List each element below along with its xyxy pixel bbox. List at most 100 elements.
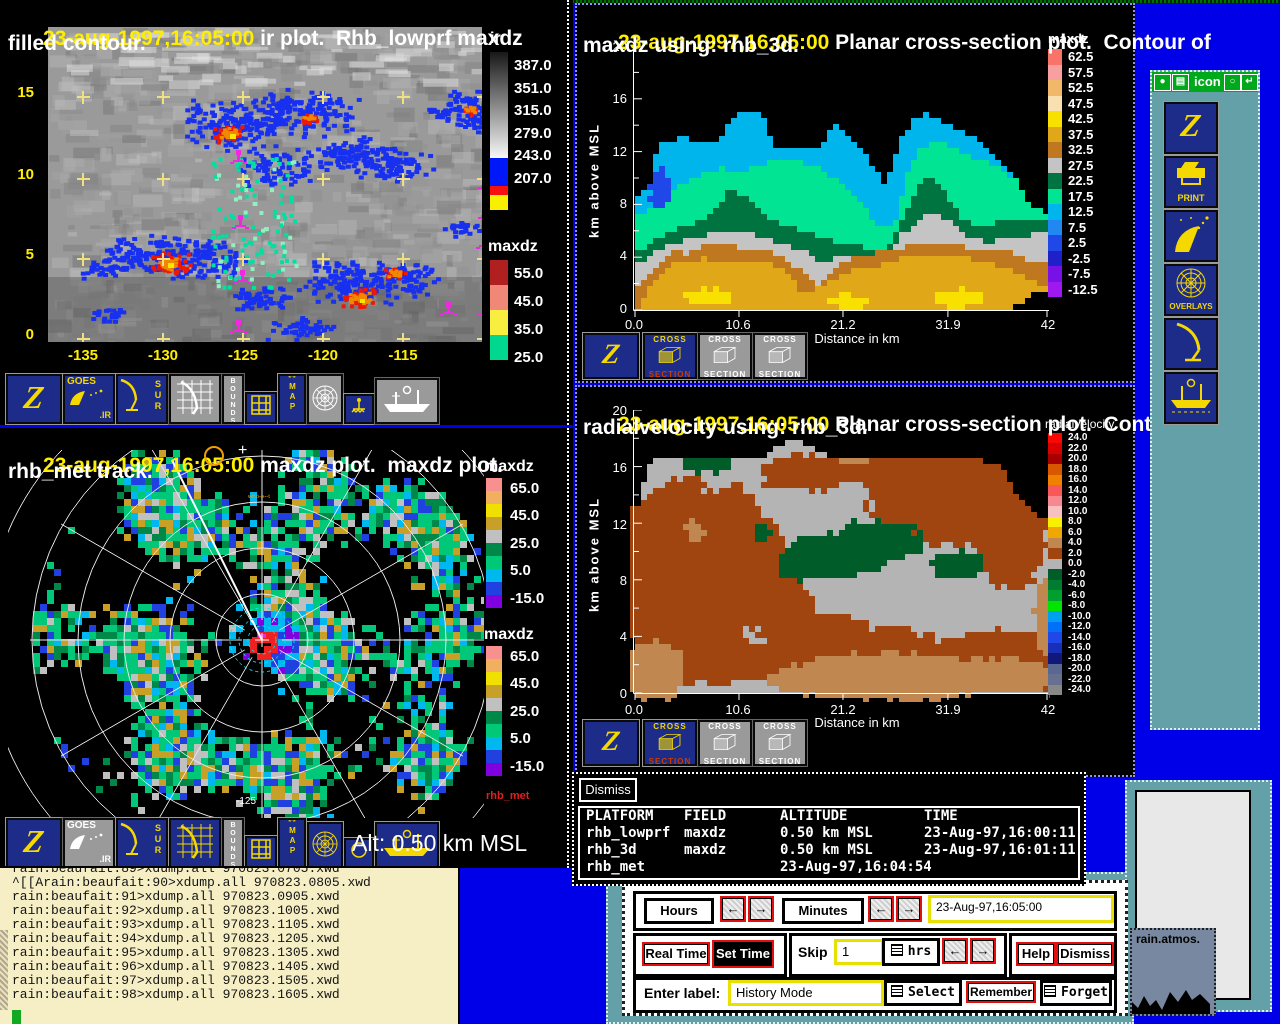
track-label: rhb_met [486, 790, 529, 802]
window-menu-button[interactable]: ● [1154, 74, 1171, 91]
time-input[interactable]: 23-Aug-97,16:05:00 [928, 895, 1114, 923]
surveillance-radar-button[interactable]: SUR [116, 374, 168, 424]
palette-title: icon [1194, 74, 1221, 89]
palette-titlebar[interactable]: ● ▤ icon ○ ↵ [1152, 72, 1258, 92]
colorbar2-segments [486, 646, 502, 776]
radar-grid-button[interactable] [169, 818, 221, 868]
cross-section-cube-icon [653, 732, 687, 752]
zeb-logo-button[interactable]: Z [6, 374, 62, 424]
ship-button[interactable] [375, 378, 439, 424]
goes-ir-button[interactable]: GOES .IR [63, 374, 115, 424]
color-swatch [1048, 142, 1062, 158]
color-swatch [486, 659, 502, 672]
section-label: SECTION [700, 370, 750, 379]
map-button[interactable]: *'* MAP [278, 374, 306, 424]
overlays-web-button[interactable] [307, 822, 343, 868]
y-tick: 0 [6, 326, 34, 343]
platform-table: PLATFORM FIELD ALTITUDE TIME rhb_lowprfm… [578, 806, 1080, 880]
section-label: SECTION [645, 370, 695, 379]
goes-ir-button[interactable]: GOES .IR [63, 818, 115, 868]
window-iconify-button[interactable]: ○ [1224, 74, 1241, 91]
overlays-button[interactable]: OVERLAYS [1164, 264, 1218, 316]
terminal-window[interactable]: rain:beaufait:89>xdump.all 970823.0705.x… [0, 866, 460, 1024]
help-button[interactable]: Help [1016, 942, 1056, 966]
table-cell: rhb_3d [586, 842, 637, 858]
hours-back-button[interactable]: ← [720, 896, 746, 922]
dismiss-button[interactable]: Dismiss [1056, 942, 1114, 966]
colorbar2-label: maxdz [484, 626, 534, 644]
table-cell: rhb_met [586, 859, 645, 875]
satellite-button[interactable] [1164, 210, 1218, 262]
ship-button[interactable] [1164, 372, 1218, 424]
colorbar-value: 45.0 [514, 292, 543, 320]
radar-grid-button[interactable] [169, 374, 221, 424]
window-title-line2: maxdz using: rhb_3d. [583, 34, 799, 58]
colorbar-maxdz-segments [490, 260, 508, 360]
window-radialvelocity-cross-section: 23-aug-1997,16:05:00 Planar cross-sectio… [575, 385, 1135, 777]
skip-forward-button[interactable]: → [970, 938, 996, 964]
map-button[interactable]: *'* MAP [278, 818, 306, 868]
y-axis-label: km above MSL [587, 96, 602, 266]
table-cell: rhb_lowprf [586, 825, 670, 841]
window-close-button[interactable]: ↵ [1241, 74, 1258, 91]
menu-icon [891, 985, 903, 997]
bounds-button[interactable]: BOUNDS [222, 374, 244, 424]
maxdz-cross-section-plot[interactable] [630, 46, 1050, 320]
grid-button[interactable] [245, 392, 277, 424]
label-input[interactable]: History Mode [728, 980, 884, 1006]
menu-icon [891, 944, 903, 956]
terminal-scrollbar[interactable] [0, 930, 8, 1010]
grid-icon [250, 394, 272, 416]
colorbar-value: 32.5 [1068, 142, 1098, 158]
terminal-line: rain:beaufait:97>xdump.all 970823.1505.x… [12, 974, 371, 988]
zeb-logo-button[interactable]: Z [583, 333, 639, 379]
cross-section-button-3[interactable]: CROSS SECTION [753, 333, 807, 379]
table-cell: 23-Aug-97,16:01:11 [924, 842, 1076, 858]
overlays-web-button[interactable] [307, 374, 343, 424]
minutes-back-button[interactable]: ← [868, 896, 894, 922]
window-rain-atmos-icon[interactable]: rain.atmos. [1130, 928, 1216, 1016]
color-swatch [1048, 643, 1062, 653]
radar-dish-icon [118, 376, 144, 416]
section-label: SECTION [755, 370, 805, 379]
radar-button[interactable] [1164, 318, 1218, 370]
set-time-button[interactable]: Set Time [712, 940, 774, 968]
cross-section-button-3[interactable]: CROSS SECTION [753, 720, 807, 766]
colorbar-value: 22.5 [1068, 173, 1098, 189]
zeb-logo-button[interactable]: Z [583, 720, 639, 766]
bounds-button[interactable]: BOUNDS [222, 818, 244, 868]
buoy-button[interactable] [344, 394, 374, 424]
overlays-web-icon [311, 830, 339, 858]
section-label: SECTION [755, 757, 805, 766]
hours-forward-button[interactable]: → [748, 896, 774, 922]
terminal-line: rain:beaufait:92>xdump.all 970823.1005.x… [12, 904, 371, 918]
skip-back-button[interactable]: ← [942, 938, 968, 964]
zeb-logo-button[interactable]: Z [1164, 102, 1218, 154]
skip-input[interactable]: 1 [834, 939, 884, 965]
column-header: FIELD [684, 808, 726, 824]
skip-units-menu-button[interactable]: hrs [882, 938, 940, 966]
surveillance-radar-button[interactable]: SUR [116, 818, 168, 868]
hours-button[interactable]: Hours [644, 898, 714, 924]
window-border [567, 0, 569, 425]
satellite-dish-icon [67, 831, 111, 853]
cross-section-button-2[interactable]: CROSS SECTION [698, 333, 752, 379]
table-cell: maxdz [684, 825, 726, 841]
cross-section-button-1[interactable]: CROSS SECTION [643, 720, 697, 766]
color-swatch [1048, 611, 1062, 621]
select-menu-button[interactable]: Select [884, 980, 962, 1006]
zeb-logo-button[interactable]: Z [6, 818, 62, 868]
cross-section-button-2[interactable]: CROSS SECTION [698, 720, 752, 766]
grid-button[interactable] [245, 836, 277, 868]
remember-button[interactable]: Remember [966, 981, 1036, 1003]
cross-section-button-1[interactable]: CROSS SECTION [643, 333, 697, 379]
print-button[interactable]: PRINT [1164, 156, 1218, 208]
minutes-forward-button[interactable]: → [896, 896, 922, 922]
real-time-button[interactable]: Real Time [642, 942, 710, 966]
forget-menu-button[interactable]: Forget [1040, 980, 1112, 1006]
enter-label-label: Enter label: [644, 985, 720, 1001]
dismiss-button[interactable]: Dismiss [579, 778, 637, 802]
window-list-button[interactable]: ▤ [1172, 74, 1189, 91]
radar-ppi-plot[interactable] [8, 450, 484, 818]
minutes-button[interactable]: Minutes [782, 898, 864, 924]
